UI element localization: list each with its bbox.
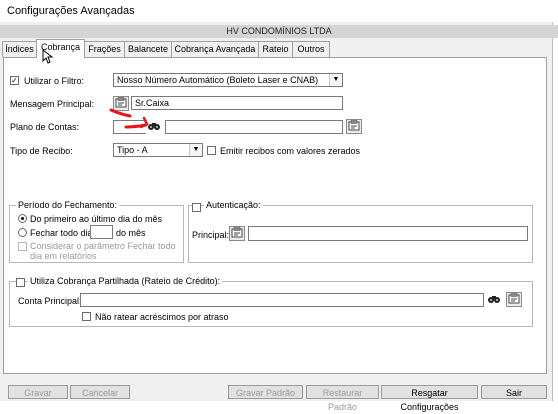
tipo-label: Tipo de Recibo: [10, 146, 73, 156]
gravar-padrao-button[interactable]: Gravar Padrão [228, 385, 303, 399]
window-title: Configurações Avançadas [7, 5, 135, 17]
filtro-select-value: Nosso Número Automático (Boleto Laser e … [117, 75, 319, 85]
red-annotation-mark [109, 108, 149, 129]
periodo-day-input[interactable] [90, 225, 113, 239]
binoculars-icon [488, 296, 500, 303]
periodo-opt2-suffix: do mês [116, 228, 146, 238]
filtro-checkbox[interactable]: ✓ [10, 76, 19, 85]
periodo-opt1-radio[interactable] [18, 214, 27, 223]
restaurar-padrao-button[interactable]: Restaurar Padrão [306, 385, 379, 412]
gravar-button[interactable]: Gravar [8, 385, 68, 399]
conta-input[interactable] [80, 293, 484, 307]
conta-search-button[interactable] [486, 292, 502, 307]
partilhada-title: Utiliza Cobrança Partilhada (Rateio de C… [28, 276, 223, 286]
autenticacao-edit-button[interactable] [229, 226, 245, 241]
periodo-opt2-radio[interactable] [18, 228, 27, 237]
mouse-cursor-icon [42, 49, 54, 64]
resgatar-configuracoes-button[interactable]: Resgatar Configurações [381, 385, 478, 412]
conta-edit-button[interactable] [506, 292, 522, 307]
autenticacao-checkbox[interactable] [192, 203, 201, 212]
periodo-opt1-label: Do primeiro ao último dia do mês [30, 214, 163, 224]
plano-desc-input[interactable] [165, 120, 343, 134]
form-edit-icon [508, 293, 520, 304]
partilhada-checkbox[interactable] [16, 278, 25, 287]
autenticacao-principal-input[interactable] [248, 226, 528, 241]
nao-ratear-label: Não ratear acréscimos por atraso [95, 312, 229, 322]
tab-balancete[interactable]: Balancete [124, 41, 172, 57]
consider-checkbox[interactable] [18, 242, 27, 251]
chevron-down-icon: ▼ [329, 74, 342, 86]
tab-cobranca-avancada[interactable]: Cobrança Avançada [171, 41, 259, 57]
conta-label: Conta Principal: [18, 296, 82, 306]
filtro-select[interactable]: Nosso Número Automático (Boleto Laser e … [113, 73, 343, 87]
plano-label: Plano de Contas: [10, 122, 80, 132]
emitir-checkbox[interactable] [207, 146, 216, 155]
form-edit-icon [348, 120, 360, 131]
sair-button[interactable]: Sair [481, 385, 547, 399]
consider-label: Considerar o parâmetro Fechar todo dia e… [30, 241, 176, 261]
tab-indices[interactable]: Índices [2, 41, 37, 57]
window-titlebar: Configurações Avançadas [0, 0, 558, 22]
tab-outros[interactable]: Outros [292, 41, 330, 57]
mensagem-label: Mensagem Principal: [10, 99, 95, 109]
form-edit-icon [231, 227, 243, 238]
periodo-title: Período do Fechamento: [16, 200, 120, 210]
nao-ratear-checkbox[interactable] [82, 312, 91, 321]
company-banner: HV CONDOMÍNIOS LTDA [0, 25, 558, 38]
plano-edit-button[interactable] [346, 119, 362, 134]
mensagem-input[interactable]: Sr.Caixa [131, 96, 343, 110]
periodo-opt2-label: Fechar todo dia [30, 228, 93, 238]
tipo-select[interactable]: Tipo - A ▼ [113, 143, 203, 157]
emitir-label: Emitir recibos com valores zerados [220, 146, 361, 156]
tab-fracoes[interactable]: Frações [84, 41, 125, 57]
filtro-label: Utilizar o Filtro: [24, 76, 85, 86]
tipo-select-value: Tipo - A [117, 145, 148, 155]
chevron-down-icon: ▼ [189, 144, 202, 156]
autenticacao-title: Autenticação: [204, 200, 263, 210]
cancelar-button[interactable]: Cancelar [70, 385, 130, 399]
autenticacao-principal-label: Principal: [192, 230, 230, 240]
tab-rateio[interactable]: Rateio [258, 41, 293, 57]
